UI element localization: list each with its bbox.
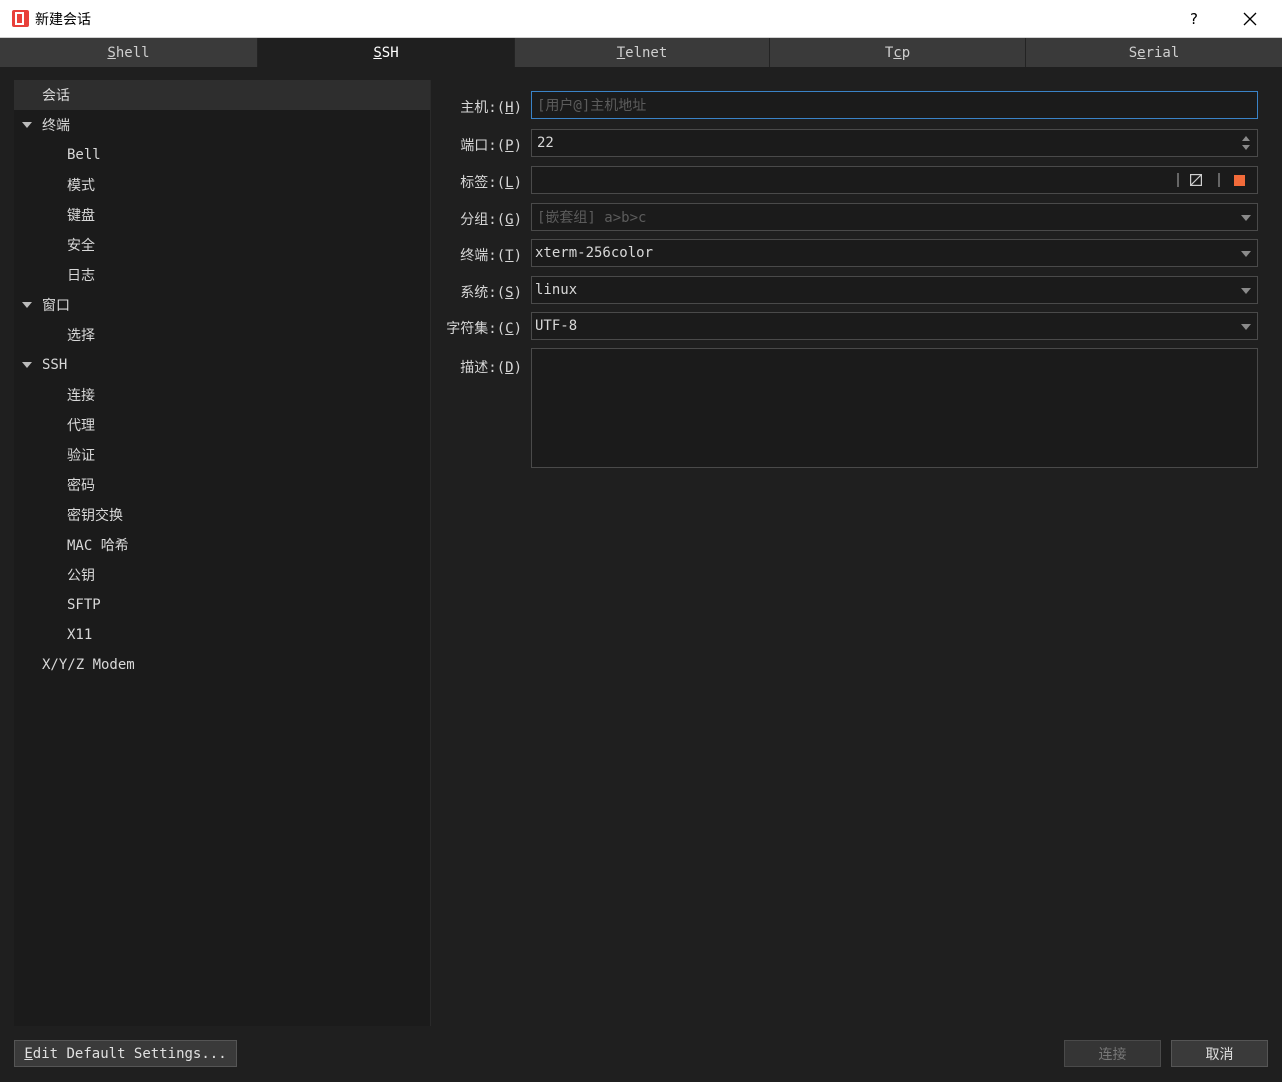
tree-item-log[interactable]: 日志 (14, 260, 430, 290)
host-input[interactable]: [用户@]主机地址 (531, 91, 1258, 119)
terminal-value: xterm-256color (535, 245, 654, 261)
connect-button[interactable]: 连接 (1064, 1040, 1161, 1067)
tree-item-terminal[interactable]: 终端 (14, 110, 430, 140)
close-icon (1243, 12, 1257, 25)
tab-shell[interactable]: Shell (0, 38, 258, 67)
tree-item-kex[interactable]: 密钥交换 (14, 500, 430, 530)
window-title: 新建会话 (35, 12, 91, 28)
group-combobox[interactable]: [嵌套组] a>b>c (531, 203, 1258, 231)
group-label: 分组:(G) (460, 212, 522, 228)
color-swatch-icon[interactable] (1234, 175, 1245, 186)
system-select[interactable]: linux (531, 276, 1258, 304)
tree-item-cipher[interactable]: 密码 (14, 470, 430, 500)
tree-item-modem[interactable]: X/Y/Z Modem (14, 650, 430, 680)
tree-item-window[interactable]: 窗口 (14, 290, 430, 320)
tree-item-session[interactable]: 会话 (14, 80, 430, 110)
app-logo-icon (12, 10, 29, 27)
description-textarea[interactable] (531, 348, 1258, 468)
tree-item-keyboard[interactable]: 键盘 (14, 200, 430, 230)
help-button[interactable]: ? (1166, 0, 1222, 37)
settings-tree: 会话 终端 Bell 模式 键盘 安全 日志 窗口 选择 SSH 连接 代理 验… (14, 80, 431, 1026)
tag-label: 标签:(L) (460, 175, 522, 191)
expand-arrow-icon[interactable] (22, 360, 32, 370)
group-placeholder: [嵌套组] a>b>c (537, 210, 647, 226)
port-value: 22 (537, 135, 554, 151)
port-spinbox[interactable]: 22 (531, 129, 1258, 157)
tab-ssh[interactable]: S SH (258, 38, 515, 67)
tree-item-proxy[interactable]: 代理 (14, 410, 430, 440)
expand-arrow-icon[interactable] (22, 300, 32, 310)
edit-default-settings-button[interactable]: Edit Default Settings... (14, 1040, 237, 1067)
spin-arrows-icon[interactable] (1241, 134, 1251, 152)
chevron-down-icon[interactable] (1241, 251, 1251, 257)
charset-value: UTF-8 (535, 318, 578, 334)
tree-item-x11[interactable]: X11 (14, 620, 430, 650)
tree-item-pubkey[interactable]: 公钥 (14, 560, 430, 590)
port-label: 端口:(P) (460, 138, 522, 154)
charset-label: 字符集:(C) (446, 321, 522, 337)
host-label: 主机:(H) (460, 100, 522, 116)
terminal-select[interactable]: xterm-256color (531, 239, 1258, 267)
chevron-down-icon[interactable] (1241, 324, 1251, 330)
tree-item-auth[interactable]: 验证 (14, 440, 430, 470)
terminal-label: 终端:(T) (460, 248, 522, 264)
session-type-tabs: Shell S SH Telnet Tcp Se rial (0, 38, 1282, 68)
close-button[interactable] (1222, 0, 1278, 37)
tree-item-sftp[interactable]: SFTP (14, 590, 430, 620)
title-bar: 新建会话 ? (0, 0, 1282, 38)
separator-icon (1218, 173, 1220, 187)
tree-item-bell[interactable]: Bell (14, 140, 430, 170)
tag-input[interactable] (531, 166, 1258, 194)
tab-serial[interactable]: Se rial (1026, 38, 1282, 67)
chevron-down-icon[interactable] (1241, 288, 1251, 294)
tree-item-mac[interactable]: MAC 哈希 (14, 530, 430, 560)
host-placeholder: [用户@]主机地址 (537, 98, 647, 114)
expand-arrow-icon[interactable] (22, 120, 32, 130)
separator-icon (1177, 173, 1179, 187)
tree-item-mode[interactable]: 模式 (14, 170, 430, 200)
tab-telnet[interactable]: Telnet (515, 38, 770, 67)
tree-item-selection[interactable]: 选择 (14, 320, 430, 350)
charset-select[interactable]: UTF-8 (531, 312, 1258, 340)
description-label: 描述:(D) (460, 360, 522, 376)
tree-item-security[interactable]: 安全 (14, 230, 430, 260)
cancel-button[interactable]: 取消 (1171, 1040, 1268, 1067)
system-value: linux (535, 282, 578, 298)
tree-item-ssh[interactable]: SSH (14, 350, 430, 380)
chevron-down-icon[interactable] (1241, 215, 1251, 221)
tree-item-connection[interactable]: 连接 (14, 380, 430, 410)
clear-color-icon[interactable] (1190, 174, 1202, 186)
tab-tcp[interactable]: Tcp (770, 38, 1026, 67)
system-label: 系统:(S) (460, 285, 522, 301)
